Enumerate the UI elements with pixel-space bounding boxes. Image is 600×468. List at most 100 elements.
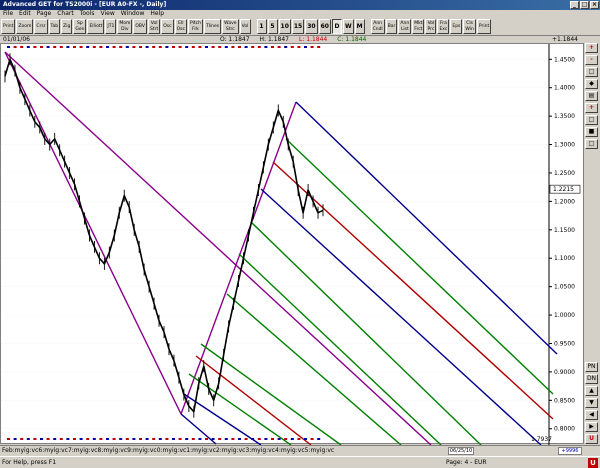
menu-file[interactable]: File	[3, 10, 13, 18]
fan-line-5	[238, 253, 442, 445]
timeframe-5[interactable]: 5	[267, 19, 278, 34]
menu-window[interactable]: Window	[121, 10, 145, 18]
toolbar-button-10[interactable]: Vol Strt	[147, 19, 161, 34]
bottom-marker	[172, 438, 175, 440]
toolbar-button-11[interactable]: Osc	[161, 19, 174, 34]
right-tool-1[interactable]: -	[585, 55, 598, 65]
right-tool-bottom-4[interactable]: ◀	[585, 410, 598, 420]
fan-line-1	[285, 138, 554, 395]
toolbar-right-button-6[interactable]: Eps	[450, 19, 463, 34]
top-marker	[86, 46, 90, 48]
bottom-marker	[244, 438, 248, 440]
right-tool-6[interactable]: □	[585, 115, 598, 125]
right-tool-bottom-0[interactable]: PN	[585, 362, 598, 372]
timeframe-10[interactable]: 10	[278, 19, 291, 34]
toolbar-button-0[interactable]: Print	[1, 19, 16, 34]
toolbar-right-button-8[interactable]: Print	[476, 19, 492, 34]
timeframe-M[interactable]: M	[354, 19, 365, 34]
right-tool-7[interactable]: ■	[585, 127, 598, 137]
y-tick-label: 1.4000	[554, 85, 575, 92]
fan-line-2	[272, 161, 554, 420]
timeframe-W[interactable]: W	[342, 19, 354, 34]
toolbar-button-14[interactable]: Tlines	[203, 19, 222, 34]
zoom-box[interactable]: +9996	[558, 447, 582, 455]
right-tool-bottom-3[interactable]: ▼	[585, 398, 598, 408]
top-marker	[139, 46, 142, 48]
menu-tools[interactable]: Tools	[80, 10, 95, 18]
right-tool-bottom-6[interactable]: U	[585, 434, 598, 444]
small-fan-line-3	[200, 343, 342, 445]
y-tick-label: 0.9500	[554, 340, 575, 347]
top-marker	[20, 46, 24, 48]
toolbar-button-13[interactable]: Pitch Frk	[187, 19, 203, 34]
toolbar-button-7[interactable]: JT1	[105, 19, 117, 34]
bottom-marker	[125, 438, 129, 440]
maximize-button[interactable]: □	[580, 1, 589, 9]
toolbar-right-button-1[interactable]: Bar	[385, 19, 398, 34]
right-tool-3[interactable]: ◆	[585, 79, 598, 89]
top-marker	[99, 46, 103, 48]
toolbar-right-button-5[interactable]: Fra Exc	[437, 19, 450, 34]
right-tool-bottom-2[interactable]: ▲	[585, 386, 598, 396]
timeframe-30[interactable]: 30	[305, 19, 318, 34]
right-tool-bottom-1[interactable]: DN	[585, 374, 598, 384]
right-tool-5[interactable]: +	[585, 103, 598, 113]
minimize-button[interactable]: _	[570, 1, 579, 9]
toolbar-button-1[interactable]: Zoom	[16, 19, 34, 34]
price-series-line	[4, 58, 324, 413]
toolbar-right-button-4[interactable]: Vol Prc	[425, 19, 437, 34]
top-marker	[178, 46, 182, 48]
toolbar-button-6[interactable]: Elliott	[87, 19, 105, 34]
timeframe-D[interactable]: D	[331, 19, 342, 34]
chart-tabs[interactable]: Feb:myig:vc6:myig:vc7:myig:vc8:myig:vc9:…	[2, 447, 334, 455]
timeframe-1[interactable]: 1	[256, 19, 267, 34]
toolbar-right-button-0[interactable]: Ann Cndl	[370, 19, 385, 34]
toolbar-button-9[interactable]: OBV	[133, 19, 147, 34]
top-marker	[119, 46, 123, 48]
y-tick-label: 1.1500	[554, 227, 575, 234]
toolbar-button-2[interactable]: Crsr	[34, 19, 48, 34]
menu-chart[interactable]: Chart	[57, 10, 74, 18]
bottom-marker	[66, 438, 70, 440]
window-title: Advanced GET for TS2000i - [EUR A0-FX -,…	[3, 1, 167, 8]
toolbar-button-5[interactable]: Sp Gen	[73, 19, 87, 34]
toolbar-button-15[interactable]: Wave Strc	[222, 19, 239, 34]
top-marker	[224, 46, 228, 48]
menu-help[interactable]: Help	[150, 10, 164, 18]
toolbar-button-16[interactable]: Vol	[239, 19, 251, 34]
bottom-marker	[251, 438, 255, 440]
timeframe-60[interactable]: 60	[318, 19, 331, 34]
top-marker	[211, 46, 215, 48]
top-marker	[92, 46, 96, 48]
chart-area[interactable]: 1.4500 1.4000 1.3500 1.3000 1.2500 1.2000 1.15…	[0, 43, 585, 445]
toolbar-button-3[interactable]: Tab	[48, 19, 61, 34]
toolbar-right-button-7[interactable]: Cls Win	[463, 19, 476, 34]
y-tick-label: 1.4500	[554, 56, 575, 63]
status-help-text: For Help, press F1	[2, 459, 57, 466]
toolbar-button-8[interactable]: Mom Div	[117, 19, 133, 34]
top-marker	[231, 46, 235, 48]
timeframe-15[interactable]: 15	[291, 19, 305, 34]
toolbar-button-12[interactable]: Ell Osc	[174, 19, 187, 34]
menu-page[interactable]: Page	[37, 10, 52, 18]
y-tick-label: 0.9000	[554, 369, 575, 376]
menu-view[interactable]: View	[100, 10, 114, 18]
menu-edit[interactable]: Edit	[19, 10, 31, 18]
close-button[interactable]: ×	[590, 1, 599, 9]
right-tool-8[interactable]: □	[585, 139, 598, 149]
toolbar-right-button-3[interactable]: Mkt Frct	[412, 19, 425, 34]
right-tool-bottom-5[interactable]: ▶	[585, 422, 598, 432]
right-tool-0[interactable]: +	[585, 43, 598, 53]
right-tool-4[interactable]: ▤	[585, 91, 598, 101]
top-marker	[165, 46, 169, 48]
top-marker	[73, 46, 76, 48]
date-box[interactable]: 06/25/10	[448, 447, 474, 455]
bottom-marker	[112, 438, 116, 440]
bottom-marker	[317, 438, 321, 440]
toolbar-right-button-2[interactable]: Ann List	[398, 19, 412, 34]
top-marker	[152, 46, 156, 48]
bottom-marker	[73, 438, 76, 440]
price-chart[interactable]: 1.4500 1.4000 1.3500 1.3000 1.2500 1.2000 1.15…	[1, 44, 585, 445]
toolbar-button-4[interactable]: Zig	[61, 19, 73, 34]
right-tool-2[interactable]: □	[585, 67, 598, 77]
